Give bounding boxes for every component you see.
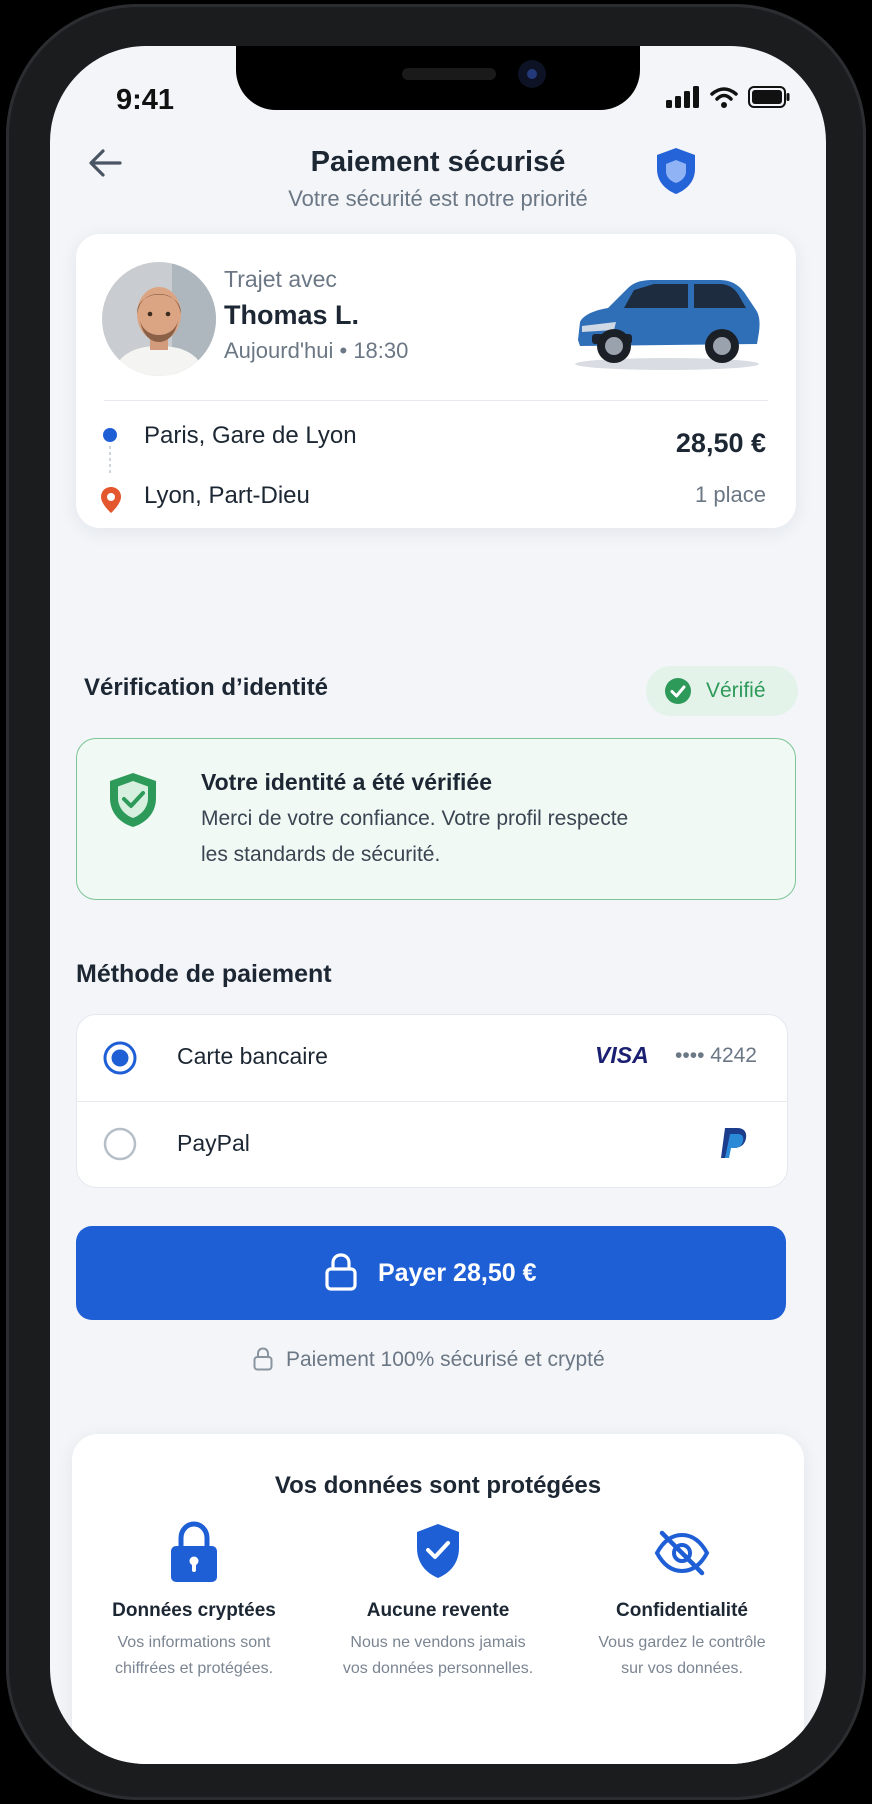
radio-selected[interactable]: [103, 1041, 137, 1075]
data-protection-card: Vos données sont protégées Données crypt…: [72, 1434, 804, 1764]
feature-desc-line-1: Nous ne vendons jamais: [350, 1634, 526, 1651]
trip-card: Trajet avec Thomas L. Aujourd'hui • 18:3…: [76, 234, 796, 528]
payment-section-title: Méthode de paiement: [76, 960, 332, 988]
trip-divider: [104, 400, 768, 401]
feature-encrypted: Données cryptées Vos informations sont c…: [72, 1520, 316, 1680]
page-subtitle: Votre sécurité est notre priorité: [288, 186, 588, 211]
feature-desc-line-1: Vous gardez le contrôle: [598, 1634, 766, 1651]
feature-title: Aucune revente: [366, 1600, 510, 1621]
verification-line-2: les standards de sécurité.: [201, 843, 441, 866]
phone-frame: 9:41 Paiement sécurisé Votre sécurité es…: [6, 4, 866, 1800]
notch: [236, 46, 640, 110]
route-line-icon: [103, 428, 117, 476]
lock-icon: [325, 1253, 357, 1291]
card-option-label: Carte bancaire: [177, 1043, 328, 1069]
protection-title: Vos données sont protégées: [274, 1472, 602, 1499]
feature-desc-line-1: Vos informations sont: [117, 1634, 271, 1651]
check-circle-icon: [665, 678, 691, 704]
feature-no-resale: Aucune revente Nous ne vendons jamais vo…: [316, 1520, 560, 1680]
card-last-digits: •••• 4242: [675, 1044, 757, 1067]
battery-icon: [748, 86, 790, 108]
paypal-logo-icon: [721, 1128, 747, 1158]
pay-button[interactable]: Payer 28,50 €: [76, 1226, 786, 1320]
verified-badge-label: Vérifié: [706, 679, 766, 702]
eye-off-icon: [654, 1530, 710, 1576]
front-camera: [518, 60, 546, 88]
feature-privacy: Confidentialité Vous gardez le contrôle …: [560, 1520, 804, 1680]
screen: 9:41 Paiement sécurisé Votre sécurité es…: [50, 46, 826, 1764]
pay-button-label: Payer 28,50 €: [378, 1259, 537, 1287]
payment-methods-list: Carte bancaire VISA •••• 4242 PayPal: [76, 1014, 788, 1188]
status-time: 9:41: [116, 84, 175, 116]
status-icons: [666, 86, 790, 108]
radio-unselected[interactable]: [103, 1127, 137, 1161]
small-lock-icon: [253, 1347, 273, 1371]
destination-label: Lyon, Part-Dieu: [144, 482, 310, 509]
speaker: [402, 68, 496, 80]
verification-title: Votre identité a été vérifiée: [201, 769, 493, 795]
verification-line-1: Merci de votre confiance. Votre profil r…: [201, 807, 629, 830]
driver-name: Thomas L.: [224, 300, 360, 330]
trip-with-label: Trajet avec: [224, 266, 337, 292]
verified-badge: Vérifié: [646, 666, 798, 716]
security-shield-icon[interactable]: [654, 146, 698, 196]
feature-desc-line-2: vos données personnelles.: [342, 1660, 534, 1677]
feature-title: Données cryptées: [112, 1600, 276, 1621]
page-title: Paiement sécurisé: [310, 146, 566, 178]
signal-icon: [666, 86, 699, 108]
seat-count: 1 place: [695, 482, 766, 507]
payment-option-paypal[interactable]: PayPal: [77, 1102, 787, 1187]
secure-payment-note: Paiement 100% sécurisé et crypté: [286, 1348, 605, 1371]
feature-desc-line-2: sur vos données.: [621, 1660, 743, 1677]
visa-logo: VISA: [595, 1042, 649, 1068]
driver-avatar: [102, 262, 216, 376]
verification-notice: Votre identité a été vérifiée Merci de v…: [76, 738, 796, 900]
feature-title: Confidentialité: [616, 1600, 748, 1621]
shield-check-icon: [110, 773, 156, 827]
shield-check-icon: [417, 1524, 459, 1578]
wifi-icon: [710, 87, 738, 108]
feature-desc-line-2: chiffrées et protégées.: [114, 1660, 274, 1677]
trip-price: 28,50 €: [675, 428, 766, 458]
payment-option-card[interactable]: Carte bancaire VISA •••• 4242: [77, 1015, 787, 1101]
origin-label: Paris, Gare de Lyon: [144, 422, 357, 449]
destination-pin-icon: [101, 487, 121, 513]
car-image: [575, 280, 760, 370]
verification-section-title: Vérification d’identité: [84, 674, 329, 701]
trip-datetime: Aujourd'hui • 18:30: [224, 338, 409, 363]
paypal-option-label: PayPal: [177, 1130, 250, 1156]
padlock-icon: [171, 1521, 217, 1582]
